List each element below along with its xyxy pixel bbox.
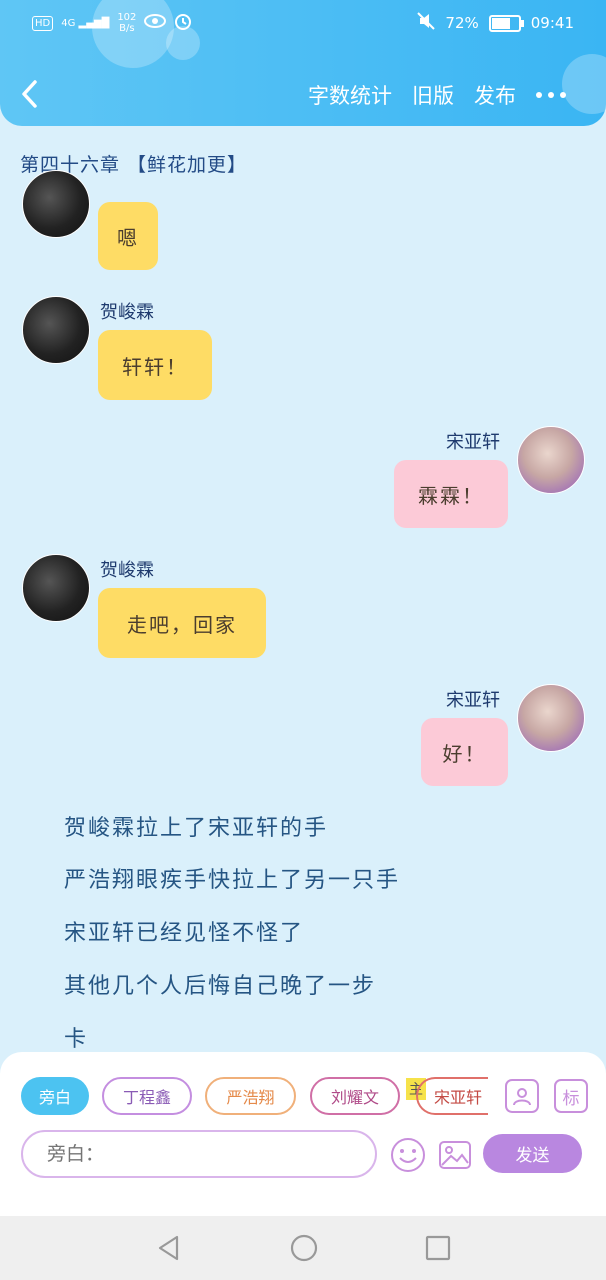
character-chip[interactable]: 宋亚轩 xyxy=(416,1077,488,1115)
word-count-button[interactable]: 字数统计 xyxy=(308,80,392,110)
avatar[interactable] xyxy=(22,170,90,238)
emoji-icon[interactable] xyxy=(390,1137,426,1177)
nav-bar: 字数统计 旧版 发布 xyxy=(0,72,606,116)
avatar[interactable] xyxy=(517,684,585,752)
message-input[interactable] xyxy=(21,1130,377,1178)
signal-icon: 4G ▂▄▆█ xyxy=(61,17,110,29)
nav-recents-icon[interactable] xyxy=(424,1234,452,1266)
sender-name: 宋亚轩 xyxy=(446,432,500,453)
hd-icon: HD xyxy=(32,15,54,31)
battery-percent: 72% xyxy=(445,14,479,32)
network-speed: 102 B/s xyxy=(117,12,137,34)
message-bubble: 轩轩！ xyxy=(98,330,212,400)
image-icon[interactable] xyxy=(437,1137,473,1177)
character-chip-narrator[interactable]: 旁白 xyxy=(21,1077,89,1115)
battery-icon xyxy=(488,14,524,32)
sender-name: 贺峻霖 xyxy=(100,302,154,323)
message-bubble: 好！ xyxy=(421,718,508,786)
sender-name: 贺峻霖 xyxy=(100,560,154,581)
publish-button[interactable]: 发布 xyxy=(474,80,516,110)
character-chip[interactable]: 刘耀文 xyxy=(310,1077,400,1115)
chevron-left-icon xyxy=(22,80,37,108)
system-nav-bar xyxy=(0,1216,606,1280)
clock: 09:41 xyxy=(530,14,574,32)
narration-line: 宋亚轩已经见怪不怪了 xyxy=(64,921,305,946)
more-icon[interactable] xyxy=(536,92,566,98)
nav-home-icon[interactable] xyxy=(289,1233,319,1267)
message-bubble: 霖霖！ xyxy=(394,460,508,528)
message-bubble: 嗯 xyxy=(98,202,158,270)
avatar[interactable] xyxy=(22,554,90,622)
message-bubble: 走吧，回家 xyxy=(98,588,266,658)
mute-icon xyxy=(417,12,436,34)
old-version-button[interactable]: 旧版 xyxy=(412,80,454,110)
character-chip[interactable]: 丁程鑫 xyxy=(102,1077,192,1115)
back-button[interactable] xyxy=(20,72,60,116)
tag-button[interactable]: 标 xyxy=(554,1079,588,1113)
nav-back-icon[interactable] xyxy=(155,1234,183,1266)
avatar[interactable] xyxy=(517,426,585,494)
sender-name: 宋亚轩 xyxy=(446,690,500,711)
narration-line: 贺峻霖拉上了宋亚轩的手 xyxy=(64,816,329,841)
narration-line: 其他几个人后悔自己晚了一步 xyxy=(64,974,377,999)
character-chip[interactable]: 严浩翔 xyxy=(205,1077,296,1115)
send-button[interactable]: 发送 xyxy=(483,1134,582,1173)
eye-icon xyxy=(144,13,167,33)
avatar[interactable] xyxy=(22,296,90,364)
character-manage-icon[interactable] xyxy=(505,1079,539,1113)
narration-line: 卡 xyxy=(64,1027,89,1052)
app-header: HD 4G ▂▄▆█ 102 B/s 72% 09:41 字数统计 旧版 发布 xyxy=(0,0,606,126)
alarm-icon xyxy=(174,12,192,34)
status-bar: HD 4G ▂▄▆█ 102 B/s 72% 09:41 xyxy=(0,8,606,38)
narration-line: 严浩翔眼疾手快拉上了另一只手 xyxy=(64,868,401,893)
